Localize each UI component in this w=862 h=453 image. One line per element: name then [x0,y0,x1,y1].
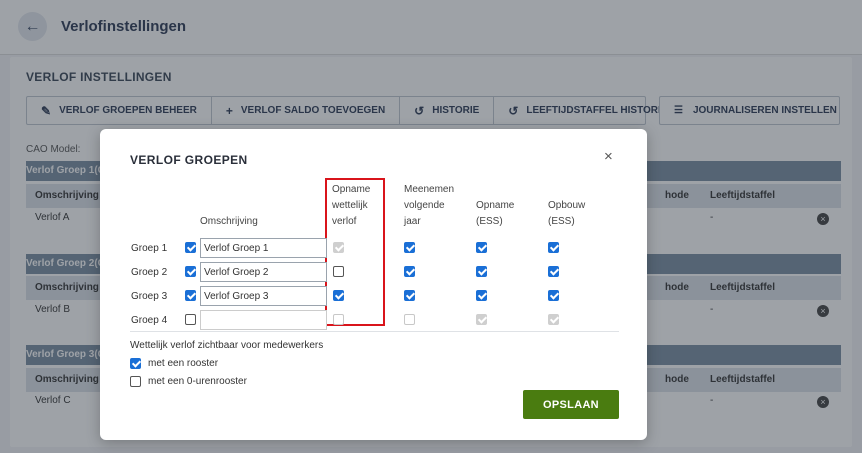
header-opbouw-ess: Opbouw (ESS) [548,200,586,227]
header-opname-ess: Opname (ESS) [476,200,515,227]
visibility-label: Wettelijk verlof zichtbaar voor medewerk… [130,340,324,351]
opbouw-ess-checkbox [548,314,559,325]
opname-ess-checkbox[interactable] [476,290,487,301]
opname-wettelijk-checkbox[interactable] [333,290,344,301]
group-name-input[interactable] [200,238,327,258]
verlof-groepen-modal: VERLOF GROEPEN × Omschrijving Opname wet… [100,129,647,440]
meenemen-checkbox [404,314,415,325]
nul-urenrooster-checkbox[interactable] [130,376,141,387]
opbouw-ess-checkbox[interactable] [548,290,559,301]
opslaan-button[interactable]: OPSLAAN [523,390,619,419]
modal-title: VERLOF GROEPEN [130,153,248,167]
group-label: Groep 4 [131,315,168,326]
rooster-label: met een rooster [148,358,219,369]
opname-ess-checkbox [476,314,487,325]
group-label: Groep 3 [131,291,168,302]
nul-urenrooster-label: met een 0-urenrooster [148,376,247,387]
opname-wettelijk-checkbox[interactable] [333,266,344,277]
opname-wettelijk-checkbox [333,242,344,253]
rooster-checkbox[interactable] [130,358,141,369]
header-omschrijving: Omschrijving [200,216,258,227]
group-enabled-checkbox[interactable] [185,266,196,277]
group-name-input[interactable] [200,262,327,282]
meenemen-checkbox[interactable] [404,290,415,301]
group-label: Groep 1 [131,243,168,254]
group-enabled-checkbox[interactable] [185,290,196,301]
group-enabled-checkbox[interactable] [185,242,196,253]
opname-ess-checkbox[interactable] [476,266,487,277]
meenemen-checkbox[interactable] [404,242,415,253]
opname-wettelijk-checkbox [333,314,344,325]
opbouw-ess-checkbox[interactable] [548,266,559,277]
group-name-input[interactable] [200,310,327,330]
group-enabled-checkbox[interactable] [185,314,196,325]
divider [130,331,619,332]
opname-ess-checkbox[interactable] [476,242,487,253]
meenemen-checkbox[interactable] [404,266,415,277]
group-label: Groep 2 [131,267,168,278]
opbouw-ess-checkbox[interactable] [548,242,559,253]
close-icon[interactable]: × [604,148,613,165]
group-name-input[interactable] [200,286,327,306]
header-meenemen: Meenemen volgende jaar [404,184,455,227]
